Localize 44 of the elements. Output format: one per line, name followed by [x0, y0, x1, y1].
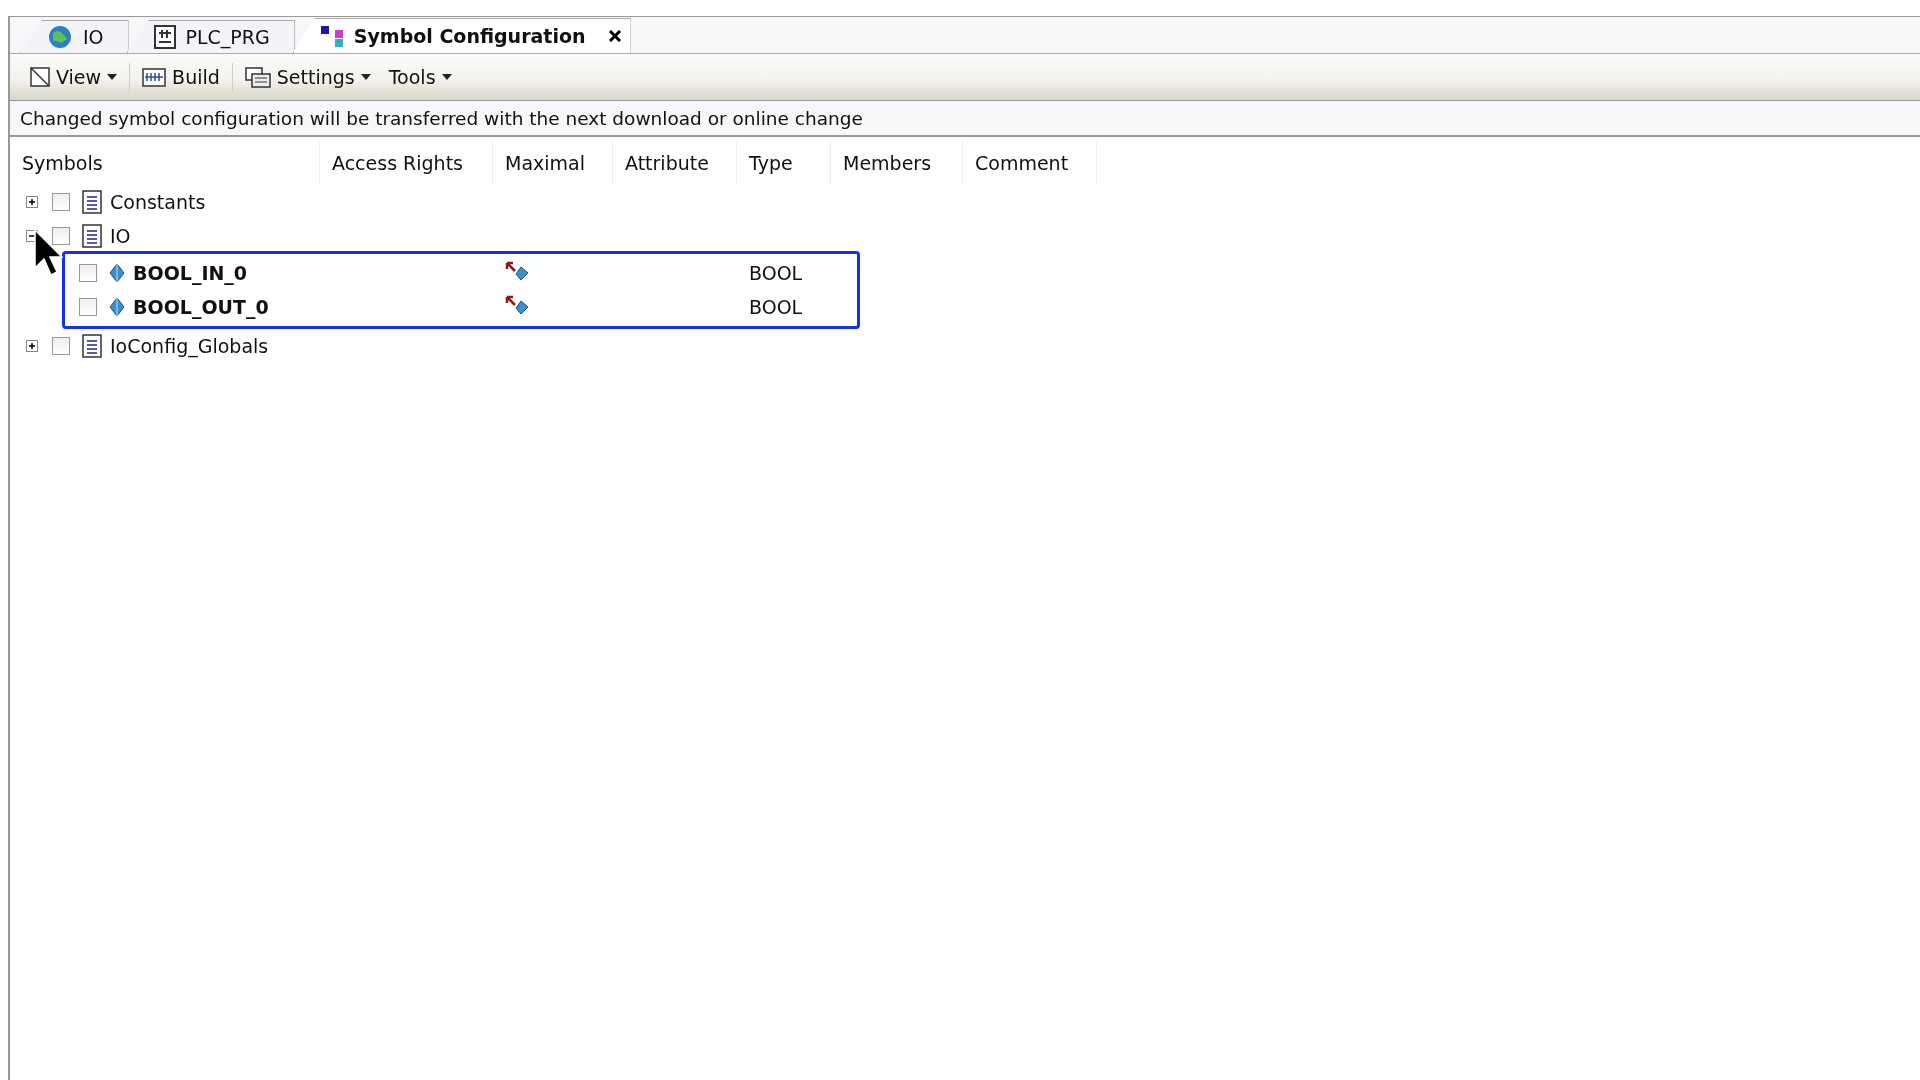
column-header[interactable]: Members — [831, 141, 963, 185]
tab[interactable]: Symbol Configuration — [292, 18, 631, 53]
checkbox[interactable] — [52, 227, 70, 245]
caret-icon — [360, 74, 371, 80]
caret-icon — [441, 74, 452, 80]
column-header[interactable]: Comment — [963, 141, 1097, 185]
caret-icon — [107, 74, 118, 80]
column-header[interactable]: Maximal — [493, 141, 613, 185]
globe-icon — [47, 24, 73, 50]
info-message: Changed symbol configuration will be transferred with the next download or online change — [20, 107, 863, 129]
variable-name[interactable]: BOOL_OUT_0 — [133, 296, 269, 318]
toolbar-button[interactable]: Settings — [238, 61, 377, 93]
program-icon — [153, 25, 176, 49]
tab[interactable]: PLC_PRG — [126, 20, 295, 53]
settings-icon — [244, 65, 271, 89]
variable-icon — [109, 263, 125, 283]
toolbar-button[interactable]: Build — [136, 62, 226, 92]
tree-item-label[interactable]: Constants — [110, 191, 206, 213]
column-header[interactable]: Type — [737, 141, 831, 185]
close-icon[interactable] — [607, 29, 622, 43]
checkbox[interactable] — [52, 337, 70, 355]
view-icon — [30, 67, 50, 87]
column-header[interactable]: Access Rights — [320, 141, 493, 185]
checkbox[interactable] — [79, 264, 97, 282]
toolbar-button[interactable]: Tools — [382, 62, 458, 92]
document-icon — [82, 224, 102, 248]
variable-icon — [109, 297, 125, 317]
symbols-icon — [319, 24, 344, 48]
document-icon — [82, 190, 102, 214]
tree-item-label[interactable]: IoConfig_Globals — [110, 335, 269, 357]
column-header[interactable]: Symbols — [10, 141, 320, 185]
build-icon — [142, 66, 167, 88]
type-cell: BOOL — [749, 296, 803, 318]
expander-icon[interactable] — [26, 196, 38, 208]
document-icon — [82, 334, 102, 358]
tab[interactable]: IO — [20, 20, 129, 53]
checkbox[interactable] — [79, 298, 97, 316]
expander-icon[interactable] — [26, 340, 38, 352]
toolbar-button[interactable]: View — [24, 62, 124, 92]
tree-item-label[interactable]: IO — [110, 225, 131, 247]
variable-name[interactable]: BOOL_IN_0 — [133, 262, 248, 284]
checkbox[interactable] — [52, 193, 70, 211]
type-cell: BOOL — [749, 262, 803, 284]
column-header[interactable]: Attribute — [613, 141, 737, 185]
